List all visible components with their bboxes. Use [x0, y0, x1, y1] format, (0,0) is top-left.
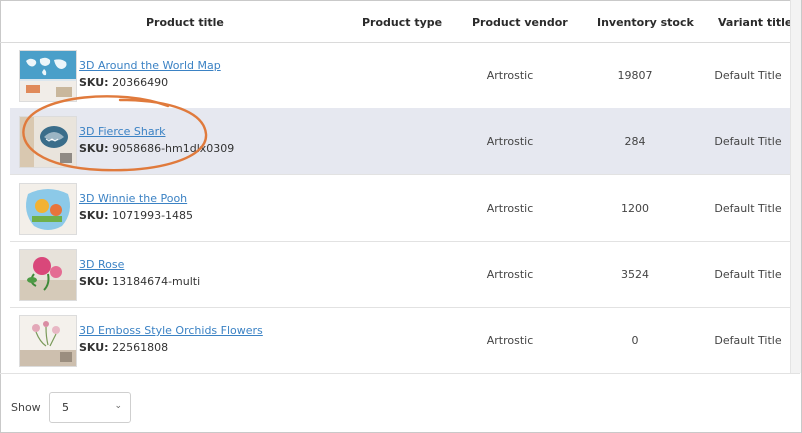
product-title-link[interactable]: 3D Winnie the Pooh — [79, 192, 187, 205]
product-title-link[interactable]: 3D Rose — [79, 258, 124, 271]
sku-value: 9058686-hm1dlx0309 — [112, 142, 235, 155]
product-thumbnail[interactable] — [19, 315, 77, 367]
column-header-product-vendor[interactable]: Product vendor — [472, 16, 568, 29]
sku-value: 22561808 — [112, 341, 169, 354]
chevron-down-icon: ⌄ — [114, 401, 122, 411]
inventory-stock-cell: 0 — [631, 334, 639, 347]
table-row: 3D Around the World Map SKU: 20366490 Ar… — [10, 42, 790, 109]
sku-value: 20366490 — [112, 76, 169, 89]
table-header: Product title Product type Product vendo… — [0, 0, 792, 43]
variant-title-cell: Default Title — [714, 334, 782, 347]
sku-label: SKU: — [79, 209, 109, 222]
column-header-product-title[interactable]: Product title — [146, 16, 224, 29]
sku-label: SKU: — [79, 341, 109, 354]
sku-value: 1071993-1485 — [112, 209, 194, 222]
page-size-select[interactable]: 5 ⌄ — [49, 392, 131, 423]
table-row: 3D Rose SKU: 13184674-multi Artrostic 35… — [10, 241, 790, 308]
product-vendor-cell: Artrostic — [486, 268, 534, 281]
inventory-stock-cell: 19807 — [617, 69, 653, 82]
table-footer-divider — [0, 373, 800, 374]
product-vendor-cell: Artrostic — [486, 334, 534, 347]
inventory-stock-cell: 1200 — [621, 202, 649, 215]
sku-value: 13184674-multi — [112, 275, 201, 288]
product-sku: SKU: 1071993-1485 — [79, 209, 193, 222]
product-thumbnail[interactable] — [19, 116, 77, 168]
product-sku: SKU: 13184674-multi — [79, 275, 200, 288]
product-title-link[interactable]: 3D Emboss Style Orchids Flowers — [79, 324, 263, 337]
product-title-link[interactable]: 3D Fierce Shark — [79, 125, 166, 138]
product-sku: SKU: 9058686-hm1dlx0309 — [79, 142, 234, 155]
product-thumbnail[interactable] — [19, 183, 77, 235]
sku-label: SKU: — [79, 76, 109, 89]
variant-title-cell: Default Title — [714, 69, 782, 82]
product-sku: SKU: 22561808 — [79, 341, 168, 354]
product-thumbnail[interactable] — [19, 50, 77, 102]
table-row: 3D Winnie the Pooh SKU: 1071993-1485 Art… — [10, 175, 790, 242]
product-vendor-cell: Artrostic — [486, 135, 534, 148]
product-thumbnail[interactable] — [19, 249, 77, 301]
product-title-link[interactable]: 3D Around the World Map — [79, 59, 221, 72]
inventory-stock-cell: 284 — [624, 135, 646, 148]
product-vendor-cell: Artrostic — [486, 202, 534, 215]
sku-label: SKU: — [79, 275, 109, 288]
product-vendor-cell: Artrostic — [486, 69, 534, 82]
table-row: 3D Emboss Style Orchids Flowers SKU: 225… — [10, 307, 790, 374]
sku-label: SKU: — [79, 142, 109, 155]
product-sku: SKU: 20366490 — [79, 76, 168, 89]
table-row: 3D Fierce Shark SKU: 9058686-hm1dlx0309 … — [10, 108, 790, 175]
vertical-scrollbar[interactable] — [790, 0, 801, 373]
column-header-inventory-stock[interactable]: Inventory stock — [597, 16, 694, 29]
inventory-stock-cell: 3524 — [621, 268, 649, 281]
column-header-variant-title[interactable]: Variant title — [718, 16, 792, 29]
column-header-product-type[interactable]: Product type — [362, 16, 442, 29]
page-size-value: 5 — [62, 401, 69, 414]
variant-title-cell: Default Title — [714, 202, 782, 215]
variant-title-cell: Default Title — [714, 268, 782, 281]
variant-title-cell: Default Title — [714, 135, 782, 148]
show-label: Show — [11, 401, 41, 414]
